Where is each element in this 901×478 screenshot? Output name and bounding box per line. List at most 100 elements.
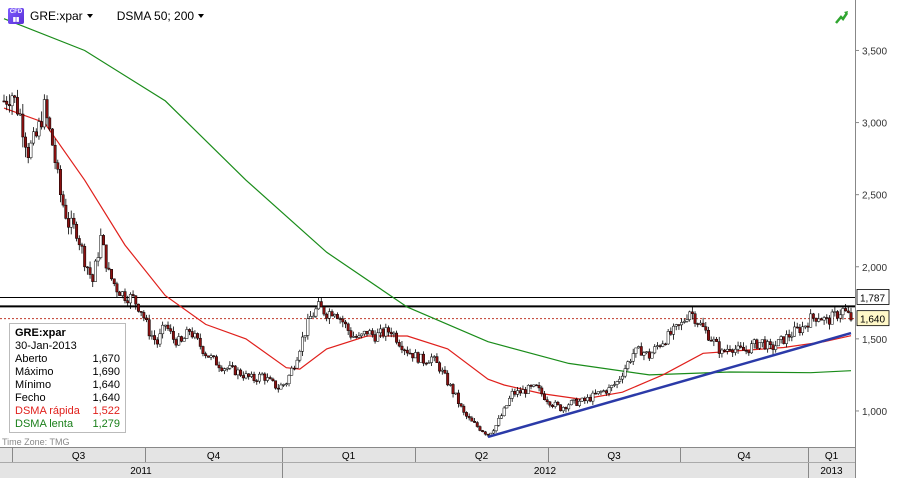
candle-body [717, 341, 721, 354]
candle-body [158, 333, 162, 345]
candle-body [378, 328, 382, 334]
candle-body [134, 295, 138, 305]
legend-row: Mínimo 1,640 [15, 379, 120, 392]
candle-body [809, 313, 813, 328]
legend-row-value: 1,640 [92, 379, 120, 391]
candle-body [814, 317, 818, 322]
candle-body [110, 269, 114, 280]
candle-body [559, 404, 563, 412]
candle-body [473, 420, 477, 423]
candle-body [249, 373, 253, 377]
candle-body [795, 326, 799, 329]
candle-body [67, 218, 70, 228]
candle-body [413, 352, 417, 359]
symbol-label: GRE:xpar [30, 9, 83, 23]
candle-body [825, 317, 829, 319]
candle-body [534, 384, 538, 387]
candle-body [629, 361, 632, 363]
indicator-dropdown[interactable]: DSMA 50; 200 [117, 9, 205, 23]
candle-body [701, 322, 705, 327]
candle-body [389, 331, 393, 335]
candle-body [88, 267, 92, 275]
candle-body [690, 311, 694, 314]
candle-body [93, 260, 97, 282]
quarter-label: Q3 [607, 451, 621, 462]
candle-body [335, 314, 339, 319]
candle-body [212, 355, 216, 357]
candle-body [257, 373, 261, 382]
candle-body [370, 330, 374, 335]
candle-body [53, 144, 57, 163]
candle-body [736, 345, 740, 350]
year-label: 2012 [534, 466, 557, 477]
candle-body [204, 353, 208, 357]
candle-body [440, 369, 444, 372]
candle-body [664, 343, 667, 346]
candle-body [182, 338, 186, 342]
quarter-label: Q1 [825, 451, 839, 462]
candle-body [198, 337, 202, 347]
candle-body [465, 412, 468, 417]
candle-body [236, 369, 240, 376]
candle-body [819, 318, 823, 321]
candle-body [61, 194, 65, 206]
chevron-down-icon [198, 14, 205, 18]
candle-body [354, 336, 358, 338]
candle-body [543, 393, 546, 400]
candle-body [357, 335, 361, 338]
plot-area [0, 0, 855, 447]
candle-body [91, 274, 95, 282]
candle-body [241, 375, 245, 379]
legend-row-value: 1,670 [92, 353, 120, 365]
candle-body [83, 246, 87, 268]
candle-body [803, 325, 807, 328]
symbol-dropdown[interactable]: GRE:xpar [30, 9, 93, 23]
quarter-band [0, 448, 855, 462]
candle-body [680, 322, 684, 326]
candle-body [744, 350, 748, 352]
candle-body [263, 373, 267, 381]
candle-body [594, 392, 598, 395]
candle-body [185, 329, 189, 339]
candle-body [128, 294, 132, 304]
candle-body [631, 353, 635, 362]
candle-body [24, 136, 27, 148]
candle-body [282, 384, 286, 386]
candle-body [142, 312, 146, 319]
candle-body [309, 316, 312, 319]
candle-body [344, 321, 347, 325]
candle-body [220, 367, 224, 371]
candle-body [612, 384, 616, 386]
candle-body [564, 407, 568, 410]
candle-body [731, 349, 735, 353]
candle-body [387, 327, 390, 333]
candle-body [239, 369, 243, 376]
candle-body [266, 377, 269, 381]
y-tick-label: 3,500 [862, 46, 887, 57]
candle-body [569, 400, 573, 406]
candle-body [69, 217, 73, 228]
candle-body [75, 224, 79, 239]
candle-body [696, 323, 700, 325]
candle-body [494, 425, 498, 432]
candle-body [849, 312, 853, 321]
chart-toolbar: CFD ▮▮ GRE:xpar DSMA 50; 200 [8, 7, 205, 25]
candle-body [741, 346, 745, 351]
candle-body [209, 355, 213, 358]
candle-body [526, 385, 530, 394]
legend-row-value: 1,640 [92, 392, 120, 404]
candle-body [774, 345, 778, 350]
candle-body [330, 311, 334, 317]
candle-body [475, 422, 479, 427]
candle-body [833, 311, 837, 313]
candle-body [553, 401, 557, 407]
trend-up-arrow-icon[interactable] [834, 9, 850, 25]
candle-body [634, 347, 638, 354]
legend-date: 30-Jan-2013 [15, 340, 77, 352]
candle-body [596, 391, 600, 394]
candle-body [760, 339, 764, 343]
candle-body [462, 405, 466, 413]
quarter-label: Q1 [342, 451, 356, 462]
candle-body [2, 100, 6, 103]
candle-body [661, 343, 665, 347]
